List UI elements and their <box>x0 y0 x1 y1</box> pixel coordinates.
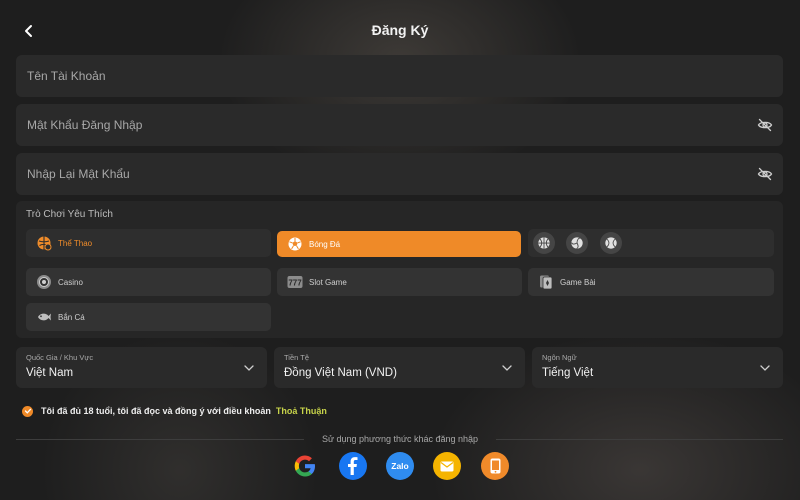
terms-checkbox[interactable] <box>22 405 33 417</box>
game-tab-label: Bóng Đá <box>309 239 341 249</box>
svg-text:777: 777 <box>288 279 302 288</box>
sports-icon <box>37 236 52 251</box>
country-value: Việt Nam <box>26 367 74 379</box>
chevron-down-icon <box>502 365 512 371</box>
volleyball-button[interactable] <box>566 232 588 254</box>
username-input[interactable] <box>16 55 783 97</box>
language-label: Ngôn Ngữ <box>542 353 577 362</box>
game-tab-label: Casino <box>58 277 83 287</box>
facebook-icon <box>348 457 358 475</box>
zalo-icon: Zalo <box>391 461 409 471</box>
terms-text: Tôi đã đủ 18 tuổi, tôi đã đọc và đồng ý … <box>41 406 271 416</box>
password-field <box>16 104 783 146</box>
football-icon <box>288 237 302 251</box>
google-login-button[interactable] <box>291 452 319 480</box>
register-page: Đăng Ký Trò Chơi Yêu Thích Thể Thao <box>0 0 800 500</box>
username-field <box>16 55 783 97</box>
fish-icon <box>38 313 51 321</box>
currency-select[interactable]: Tiền Tệ Đồng Việt Nam (VND) <box>274 347 525 388</box>
divider-right <box>496 439 783 440</box>
game-tab-label: Slot Game <box>309 277 347 287</box>
game-tab-cards[interactable]: Game Bài <box>528 268 774 296</box>
tennis-ball-icon <box>605 237 617 249</box>
facebook-login-button[interactable] <box>339 452 367 480</box>
currency-value: Đồng Việt Nam (VND) <box>284 367 397 379</box>
terms-agreement: Tôi đã đủ 18 tuổi, tôi đã đọc và đồng ý … <box>22 403 327 419</box>
game-tab-fishing[interactable]: Bắn Cá <box>26 303 271 331</box>
game-tab-slot[interactable]: 777 Slot Game <box>277 268 522 296</box>
basketball-icon <box>538 237 550 249</box>
country-select[interactable]: Quốc Gia / Khu Vực Việt Nam <box>16 347 267 388</box>
game-tab-label: Game Bài <box>560 277 596 287</box>
sport-subtypes <box>528 229 774 257</box>
slot-777-icon: 777 <box>287 276 303 288</box>
google-icon <box>294 455 315 477</box>
phone-login-button[interactable] <box>481 452 509 480</box>
game-tab-football[interactable]: Bóng Đá <box>277 231 521 257</box>
language-value: Tiếng Việt <box>542 367 594 379</box>
page-title: Đăng Ký <box>371 22 429 38</box>
eye-off-icon[interactable] <box>757 166 773 182</box>
confirm-password-field <box>16 153 783 195</box>
terms-link[interactable]: Thoả Thuận <box>276 406 327 416</box>
game-tab-casino[interactable]: Casino <box>26 268 271 296</box>
password-input[interactable] <box>16 104 783 146</box>
header: Đăng Ký <box>0 0 800 60</box>
tennis-button[interactable] <box>600 232 622 254</box>
country-label: Quốc Gia / Khu Vực <box>26 353 94 362</box>
currency-label: Tiền Tệ <box>284 353 310 362</box>
game-tab-label: Bắn Cá <box>58 312 85 322</box>
favorite-games-panel: Trò Chơi Yêu Thích Thể Thao Bóng Đá Casi… <box>16 201 783 338</box>
game-tab-label: Thể Thao <box>58 238 93 248</box>
check-icon <box>24 408 31 414</box>
basketball-button[interactable] <box>533 232 555 254</box>
volleyball-icon <box>571 237 583 249</box>
chevron-down-icon <box>760 365 770 371</box>
email-icon <box>440 461 454 471</box>
eye-off-icon[interactable] <box>757 117 773 133</box>
cards-icon <box>540 275 553 290</box>
casino-chip-icon <box>37 275 51 289</box>
language-select[interactable]: Ngôn Ngữ Tiếng Việt <box>532 347 783 388</box>
phone-icon <box>490 458 500 474</box>
email-login-button[interactable] <box>433 452 461 480</box>
game-tab-sports[interactable]: Thể Thao <box>26 229 271 257</box>
zalo-login-button[interactable]: Zalo <box>386 452 414 480</box>
favorite-games-title: Trò Chơi Yêu Thích <box>26 209 113 220</box>
chevron-down-icon <box>244 365 254 371</box>
confirm-password-input[interactable] <box>16 153 783 195</box>
